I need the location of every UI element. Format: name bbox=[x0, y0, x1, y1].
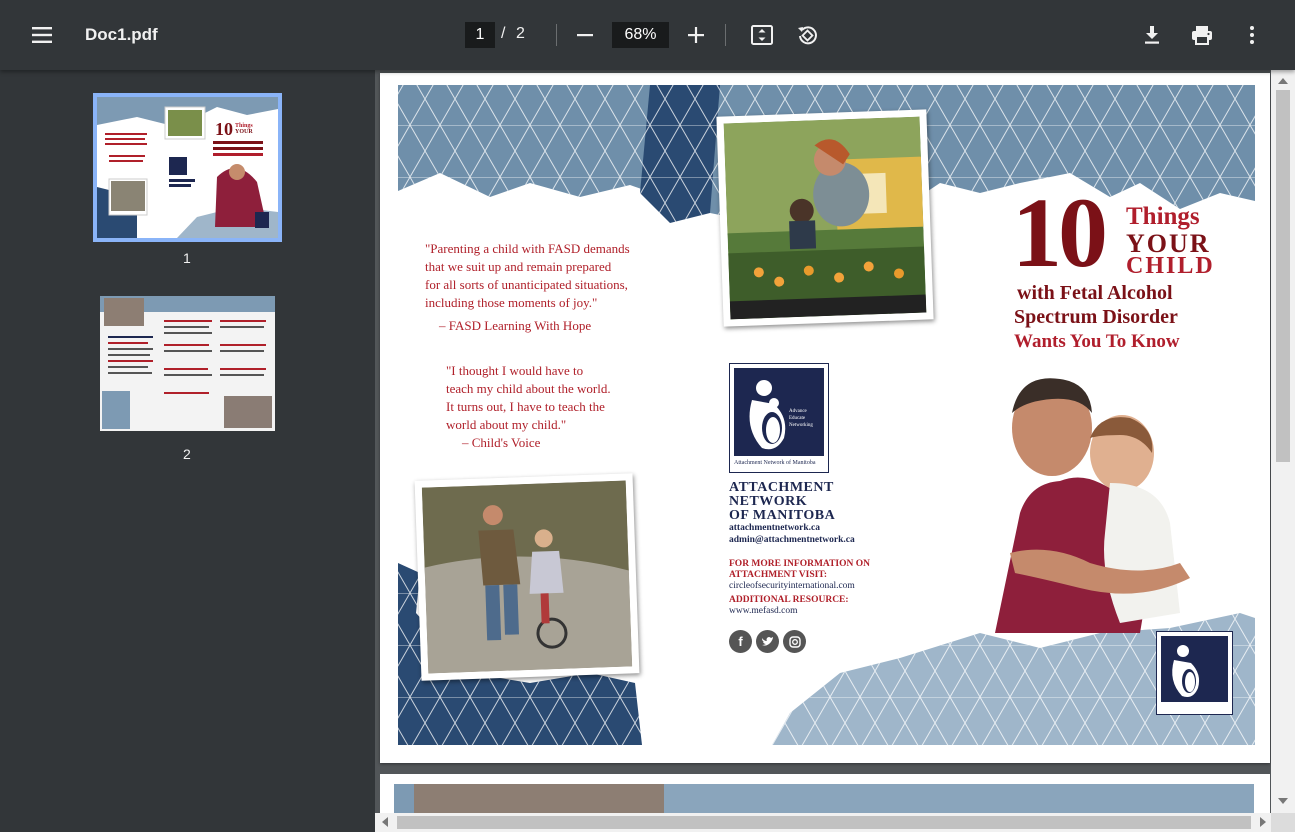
page-thumbnail-1[interactable]: 10 Things YOUR bbox=[93, 93, 282, 242]
subtitle-line-2: Spectrum Disorder bbox=[1014, 306, 1178, 328]
print-icon bbox=[1192, 26, 1212, 45]
vertical-scroll-thumb[interactable] bbox=[1276, 90, 1290, 462]
thumbnail-image bbox=[100, 296, 275, 431]
scroll-left-arrow-icon[interactable] bbox=[382, 817, 388, 827]
svg-text:YOUR: YOUR bbox=[235, 129, 253, 135]
title-things: Things bbox=[1126, 203, 1200, 230]
download-button[interactable] bbox=[1140, 23, 1164, 47]
facebook-icon[interactable]: f bbox=[729, 630, 752, 653]
instagram-icon[interactable] bbox=[783, 630, 806, 653]
scrollbar-corner bbox=[1271, 813, 1295, 832]
fit-to-page-icon bbox=[751, 25, 773, 45]
minus-icon bbox=[577, 34, 593, 37]
additional-resource-heading: ADDITIONAL RESOURCE: bbox=[729, 595, 849, 605]
email-link[interactable]: admin@attachmentnetwork.ca bbox=[729, 535, 855, 545]
quote-fasd: "Parenting a child with FASD demands tha… bbox=[425, 241, 630, 310]
zoom-out-button[interactable] bbox=[573, 24, 597, 46]
thumbnail-label-2: 2 bbox=[183, 446, 191, 462]
pdf-page-1: "Parenting a child with FASD demands tha… bbox=[380, 73, 1270, 763]
horizontal-scrollbar[interactable] bbox=[375, 813, 1271, 832]
svg-text:10: 10 bbox=[215, 119, 233, 139]
rotate-icon bbox=[798, 26, 817, 45]
toolbar-divider bbox=[556, 24, 557, 46]
scroll-up-arrow-icon[interactable] bbox=[1278, 78, 1288, 84]
thumbnail-sidebar: 10 Things YOUR 1 2 bbox=[0, 70, 375, 832]
vertical-scrollbar[interactable] bbox=[1271, 70, 1295, 814]
gardening-photo bbox=[716, 109, 934, 327]
title-child: CHILD bbox=[1126, 253, 1215, 279]
download-icon bbox=[1145, 26, 1159, 44]
organization-logo-small bbox=[1156, 631, 1233, 715]
page-total: 2 bbox=[516, 25, 525, 42]
family-figure-icon bbox=[1172, 645, 1200, 697]
page-number-input[interactable]: 1 bbox=[465, 22, 495, 48]
twitter-icon[interactable] bbox=[756, 630, 779, 653]
quote-child-attribution: – Child's Voice bbox=[462, 435, 541, 450]
organization-logo: Advance Educate Networking Attachment Ne… bbox=[729, 363, 829, 473]
scroll-down-arrow-icon[interactable] bbox=[1278, 798, 1288, 804]
father-son-photo bbox=[995, 378, 1190, 633]
logo-caption: Attachment Network of Manitoba bbox=[734, 460, 816, 466]
photo-image bbox=[421, 480, 633, 674]
print-button[interactable] bbox=[1189, 23, 1215, 47]
pdf-toolbar: Doc1.pdf 1 / 2 68% bbox=[0, 0, 1295, 70]
subtitle-line-3: Wants You To Know bbox=[1014, 331, 1180, 352]
document-viewer[interactable]: "Parenting a child with FASD demands tha… bbox=[375, 70, 1295, 832]
plus-icon bbox=[688, 27, 704, 43]
logo-tagline: Advance Educate Networking bbox=[789, 409, 813, 428]
page-thumbnail-2[interactable] bbox=[100, 296, 275, 431]
toolbar-divider bbox=[725, 24, 726, 46]
quote-child: "I thought I would have to teach my chil… bbox=[446, 363, 611, 432]
page-separator: / bbox=[501, 25, 506, 42]
org-name: ATTACHMENT NETWORK OF MANITOBA bbox=[729, 480, 836, 523]
additional-resource-link[interactable]: www.mefasd.com bbox=[729, 606, 798, 616]
more-options-button[interactable] bbox=[1240, 23, 1264, 47]
photo-image bbox=[723, 116, 927, 320]
document-title: Doc1.pdf bbox=[85, 25, 158, 44]
fit-page-button[interactable] bbox=[749, 23, 775, 47]
title-number: 10 bbox=[1012, 177, 1108, 288]
more-info-heading-2: ATTACHMENT VISIT: bbox=[729, 570, 828, 580]
subtitle-line-1: with Fetal Alcohol bbox=[1017, 282, 1173, 304]
horizontal-scroll-thumb[interactable] bbox=[397, 816, 1251, 829]
hamburger-icon bbox=[32, 27, 52, 43]
more-vert-icon bbox=[1250, 26, 1254, 44]
zoom-in-button[interactable] bbox=[684, 24, 708, 46]
menu-button[interactable] bbox=[28, 23, 56, 47]
rotate-button[interactable] bbox=[794, 23, 820, 47]
thumbnail-label-1: 1 bbox=[183, 250, 191, 266]
more-info-link[interactable]: circleofsecurityinternational.com bbox=[729, 581, 855, 591]
quote-fasd-attribution: – FASD Learning With Hope bbox=[439, 318, 592, 333]
bicycle-photo bbox=[414, 473, 640, 681]
website-link[interactable]: attachmentnetwork.ca bbox=[729, 523, 820, 533]
thumbnail-image: 10 Things YOUR bbox=[97, 97, 278, 238]
zoom-input[interactable]: 68% bbox=[612, 22, 669, 48]
more-info-heading-1: FOR MORE INFORMATION ON bbox=[729, 559, 870, 569]
scroll-right-arrow-icon[interactable] bbox=[1260, 817, 1266, 827]
